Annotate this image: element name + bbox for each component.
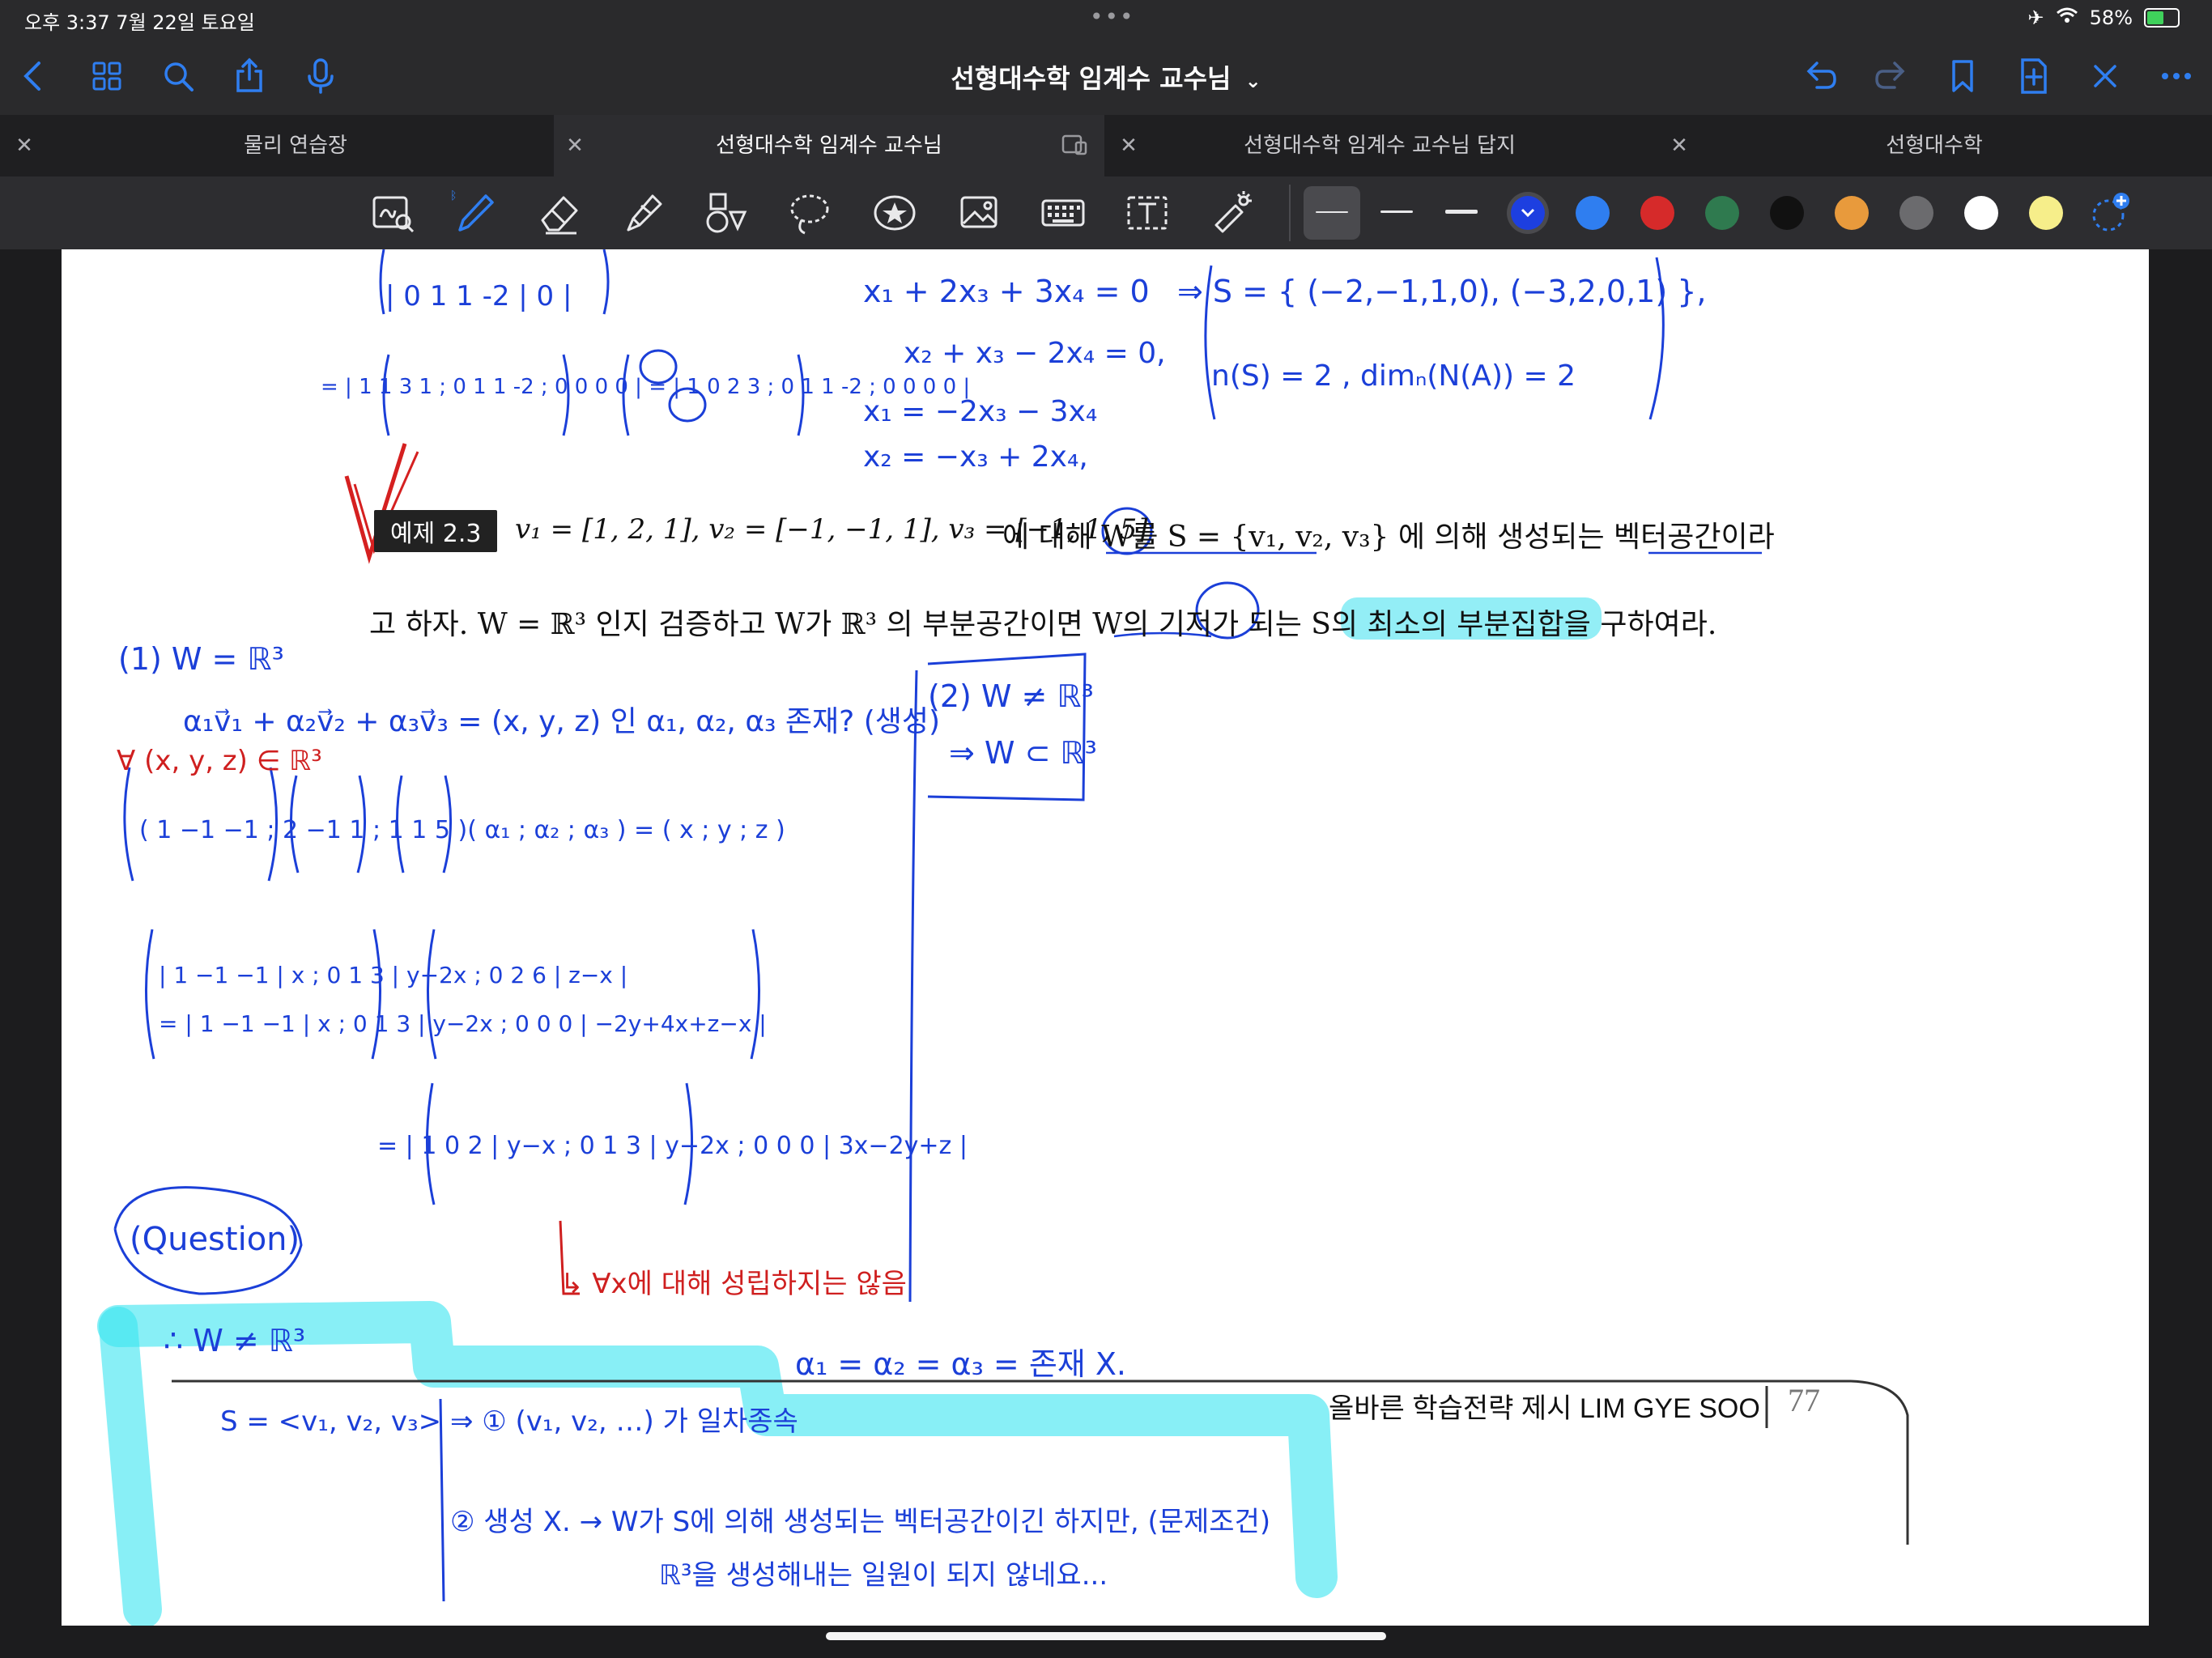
problem-line-1: 에 대해 W를 S = {v₁, v₂, v₃} 에 의해 생성되는 벡터공간이… xyxy=(1002,521,1775,554)
hand-equation-4: x₂ = −x₃ + 2x₄, xyxy=(863,440,1088,474)
hand-red-note-2: ↳ ∀x에 대해 성립하지는 않음 xyxy=(560,1268,907,1300)
hand-equation-1: x₁ + 2x₃ + 3x₄ = 0 xyxy=(863,274,1150,309)
lasso-tool-icon[interactable] xyxy=(784,188,834,238)
color-swatch-gray[interactable] xyxy=(1899,196,1933,230)
problem-line-2: 고 하자. W = ℝ³ 인지 검증하고 W가 ℝ³ 의 부분공간이면 W의 기… xyxy=(369,608,1717,641)
color-swatch-orange[interactable] xyxy=(1835,196,1869,230)
hand-equation-2: x₂ + x₃ − 2x₄ = 0, xyxy=(904,337,1166,370)
color-swatch-white[interactable] xyxy=(1964,196,1998,230)
close-tools-icon[interactable] xyxy=(2082,53,2128,99)
navigation-bar: 선형대수학 임계수 교수님 ⌄ xyxy=(0,39,2212,115)
status-indicators: ✈ 58% xyxy=(2028,6,2180,29)
more-icon[interactable] xyxy=(2154,53,2199,99)
laser-pointer-icon[interactable] xyxy=(1206,188,1257,238)
battery-icon xyxy=(2144,8,2180,28)
pen-tool-icon[interactable]: ᛒ xyxy=(450,188,500,238)
airplane-icon: ✈ xyxy=(2027,6,2044,29)
color-swatch-dark-blue[interactable] xyxy=(1511,196,1545,230)
status-bar: 오후 3:37 7월 22일 토요일 ••• ✈ 58% xyxy=(0,0,2212,39)
color-swatch-yellow[interactable] xyxy=(2029,196,2063,230)
bookmark-icon[interactable] xyxy=(1940,53,1985,99)
tab-linear-algebra[interactable]: 선형대수학 xyxy=(1695,115,2173,176)
hand-matrix-equation: ( 1 −1 −1 ; 2 −1 1 ; 1 1 5 )( α₁ ; α₂ ; … xyxy=(139,816,785,844)
tab-linear-algebra-answers[interactable]: 선형대수학 임계수 교수님 답지 xyxy=(1145,115,1614,176)
document-title: 선형대수학 임계수 교수님 xyxy=(951,63,1231,94)
zoom-window-icon[interactable] xyxy=(368,188,418,238)
hand-augmented-2: = | 1 −1 −1 | x ; 0 1 3 | y−2x ; 0 0 0 |… xyxy=(159,1010,767,1037)
status-time-date: 오후 3:37 7월 22일 토요일 xyxy=(24,11,255,34)
hand-dimension: n(S) = 2 , dimₙ(N(A)) = 2 xyxy=(1211,359,1576,393)
tab-linear-algebra-prof[interactable]: 선형대수학 임계수 교수님 xyxy=(554,115,1104,176)
close-tab-icon[interactable]: ✕ xyxy=(559,115,591,176)
hand-augmented-3: = | 1 0 2 | y−x ; 0 1 3 | y−2x ; 0 0 0 |… xyxy=(377,1132,968,1160)
hand-item2-line-1: (2) W ≠ ℝ³ xyxy=(928,678,1094,714)
close-tab-icon[interactable]: ✕ xyxy=(1112,115,1145,176)
tab-label: 선형대수학 임계수 교수님 xyxy=(716,134,942,158)
hand-red-note-1: ∀ (x, y, z) ∈ ℝ³ xyxy=(117,745,322,777)
add-page-icon[interactable] xyxy=(2011,53,2057,99)
hand-question-alpha: α₁ = α₂ = α₃ = 존재 X. xyxy=(795,1346,1126,1382)
wifi-icon xyxy=(2056,6,2078,29)
keyboard-tool-icon[interactable] xyxy=(1038,188,1088,238)
svg-text:ᛒ: ᛒ xyxy=(450,189,457,202)
close-tab-icon[interactable]: ✕ xyxy=(1663,115,1695,176)
split-view-icon[interactable] xyxy=(1061,131,1088,159)
home-indicator[interactable] xyxy=(826,1632,1386,1640)
stroke-medium-button[interactable] xyxy=(1368,186,1425,240)
example-badge: 예제 2.3 xyxy=(374,510,498,552)
text-tool-icon[interactable] xyxy=(1122,188,1172,238)
tab-physics-practice[interactable]: 물리 연습장 xyxy=(40,115,551,176)
add-color-icon[interactable] xyxy=(2089,189,2131,235)
stroke-thin-button[interactable] xyxy=(1304,186,1360,240)
hand-augmented-1: | 1 −1 −1 | x ; 0 1 3 | y−2x ; 0 2 6 | z… xyxy=(159,962,628,988)
hand-question-line-4: ℝ³을 생성해내는 일원이 되지 않네요... xyxy=(659,1559,1108,1592)
page-number: 77 xyxy=(1788,1382,1820,1418)
hand-question-line-1: ∴ W ≠ ℝ³ xyxy=(164,1323,306,1358)
hand-question-label: (Question) xyxy=(130,1221,300,1258)
hand-question-line-2: S = <v₁, v₂, v₃> ⇒ ① (v₁, v₂, …) 가 일차종속 xyxy=(220,1405,798,1438)
hand-question-line-3: ② 생성 X. → W가 S에 의해 생성되는 벡터공간이긴 하지만, (문제조… xyxy=(450,1506,1271,1538)
hand-item1-line: α₁v⃗₁ + α₂v⃗₂ + α₃v⃗₃ = (x, y, z) 인 α₁, … xyxy=(183,705,941,738)
color-swatch-black[interactable] xyxy=(1770,196,1804,230)
shapes-tool-icon[interactable] xyxy=(700,188,750,238)
stroke-thick-button[interactable] xyxy=(1433,186,1490,240)
eraser-tool-icon[interactable] xyxy=(534,188,585,238)
undo-icon[interactable] xyxy=(1797,53,1843,99)
hand-top-matrix-row: | 0 1 1 -2 | 0 | xyxy=(385,280,572,312)
notebook-page[interactable]: 예제 2.3 v₁ = [1, 2, 1], v₂ = [−1, −1, 1],… xyxy=(62,249,2149,1626)
tab-bar: ✕ 물리 연습장 선형대수학 임계수 교수님 ✕ ✕ 선형대수학 임계수 교수님… xyxy=(0,115,2212,176)
image-tool-icon[interactable] xyxy=(954,188,1004,238)
sticker-tool-icon[interactable] xyxy=(870,188,920,238)
close-tab-icon[interactable]: ✕ xyxy=(8,115,40,176)
multitasking-dots[interactable]: ••• xyxy=(1090,3,1135,30)
hand-solution-set: ⇒ S = { (−2,−1,1,0), (−3,2,0,1) }, xyxy=(1177,274,1707,309)
chevron-down-icon: ⌄ xyxy=(1244,70,1261,92)
color-swatch-blue[interactable] xyxy=(1576,196,1610,230)
drawing-toolbar: ᛒ xyxy=(0,176,2212,249)
page-footer-text: 올바른 학습전략 제시 LIM GYE SOO xyxy=(1329,1393,1760,1424)
battery-percent: 58% xyxy=(2089,6,2133,29)
hand-equation-3: x₁ = −2x₃ − 3x₄ xyxy=(863,395,1098,428)
color-swatch-green[interactable] xyxy=(1705,196,1739,230)
redo-icon[interactable] xyxy=(1869,53,1914,99)
toolbar-divider xyxy=(1289,185,1291,241)
hand-item1-head: (1) W = ℝ³ xyxy=(118,641,284,677)
hand-item2-line-2: ⇒ W ⊂ ℝ³ xyxy=(949,735,1097,771)
color-swatch-red[interactable] xyxy=(1640,196,1674,230)
highlighter-tool-icon[interactable] xyxy=(617,188,667,238)
